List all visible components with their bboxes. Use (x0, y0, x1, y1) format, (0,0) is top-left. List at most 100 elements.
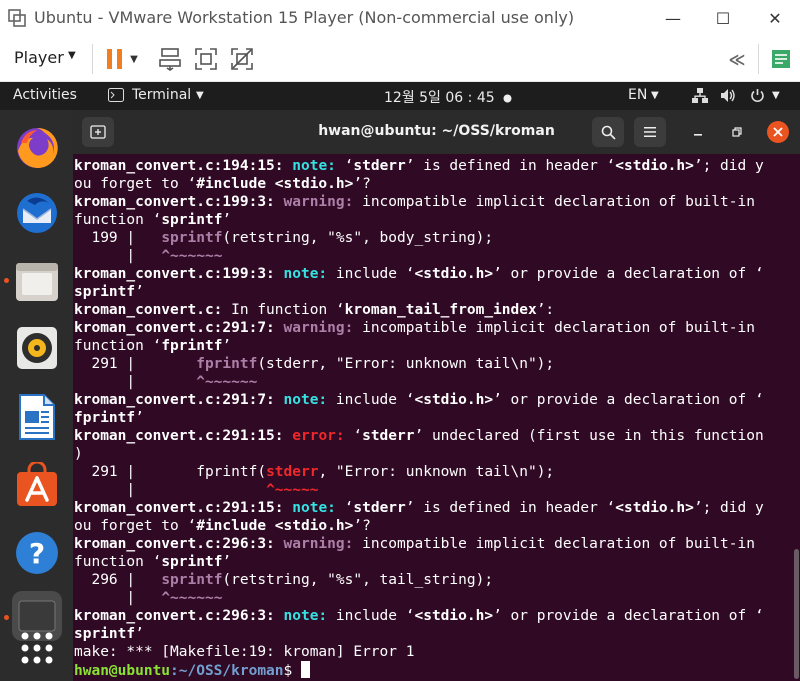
library-button[interactable] (766, 44, 796, 74)
terminal-text: include ‘ (335, 266, 415, 282)
terminal-text: include ‘ (335, 392, 415, 408)
dock-help[interactable]: ? (12, 528, 62, 578)
terminal-text: note: (292, 500, 345, 516)
volume-icon[interactable] (720, 88, 736, 107)
collapse-toolbar-button[interactable]: ≪ (722, 44, 752, 74)
rhythmbox-icon (17, 327, 57, 369)
show-applications-button[interactable] (12, 623, 62, 673)
app-menu-caret-icon[interactable]: ▼ (196, 90, 204, 101)
toolbar-divider (92, 44, 93, 74)
terminal-lines: kroman_convert.c:194:15: note: ‘stderr’ … (74, 157, 764, 679)
vmware-toolbar: Player ▼ ▼ ≪ (0, 36, 800, 82)
terminal-text: kroman_convert.c:296:3: (74, 536, 284, 552)
prompt-symbol: $ (283, 663, 301, 679)
terminal-text: ) (74, 446, 83, 462)
terminal-text: ’ undeclared (first use in this function (414, 428, 764, 444)
terminal-text: ’ (135, 410, 144, 426)
terminal-text: incompatible implicit declaration of bui… (362, 194, 755, 210)
terminal-headerbar: hwan@ubuntu: ~/OSS/kroman (73, 110, 800, 154)
terminal-close-button[interactable] (767, 121, 789, 143)
terminal-line: sprintf’ (74, 625, 764, 643)
dock-thunderbird[interactable] (12, 188, 62, 238)
maximize-icon: ☐ (715, 8, 731, 28)
minimize-icon: — (665, 8, 681, 28)
terminal-scrollbar[interactable] (794, 549, 799, 679)
dock-rhythmbox[interactable] (12, 323, 62, 373)
terminal-line: kroman_convert.c:291:15: error: ‘stderr’… (74, 427, 764, 445)
language-caret-icon[interactable]: ▼ (651, 90, 659, 101)
terminal-line: 291 | fprintf(stderr, "Error: unknown ta… (74, 355, 764, 373)
send-ctrl-alt-del-button[interactable] (155, 44, 185, 74)
terminal-text: ’ or provide a declaration of ‘ (493, 266, 764, 282)
terminal-line: ou forget to ‘#include <stdio.h>’? (74, 175, 764, 193)
terminal-text: #include <stdio.h> (196, 176, 354, 192)
running-indicator (4, 615, 9, 620)
terminal-text: warning: (283, 194, 363, 210)
minimize-button[interactable]: — (648, 0, 698, 36)
terminal-text: kroman_tail_from_index (344, 302, 537, 318)
terminal-line: | ^~~~~~ (74, 481, 764, 499)
network-devices-icon (159, 48, 181, 71)
terminal-line: ) (74, 445, 764, 463)
terminal-line: 296 | sprintf(retstring, "%s", tail_stri… (74, 571, 764, 589)
terminal-output[interactable]: kroman_convert.c:194:15: note: ‘stderr’ … (73, 154, 800, 681)
terminal-line: | ^~~~~~~ (74, 373, 764, 391)
terminal-maximize-button[interactable] (727, 122, 747, 142)
terminal-text: ^~~~~~~ (161, 248, 223, 264)
terminal-text: function ‘ (74, 554, 162, 570)
dock-firefox[interactable] (12, 122, 62, 172)
terminal-menu-button[interactable] (634, 117, 666, 147)
terminal-text: ’ is defined in header ‘ (405, 158, 616, 174)
terminal-line: 291 | fprintf(stderr, "Error: unknown ta… (74, 463, 764, 481)
close-icon: ✕ (768, 8, 782, 28)
terminal-prompt[interactable]: hwan@ubuntu:~/OSS/kroman$ (74, 661, 764, 679)
dock-files[interactable] (12, 256, 62, 306)
player-menu[interactable]: Player (14, 48, 64, 67)
terminal-minimize-button[interactable] (688, 122, 708, 142)
terminal-text: kroman_convert.c:194:15: (74, 158, 293, 174)
unity-mode-button[interactable] (227, 44, 257, 74)
language-indicator[interactable]: EN (628, 87, 647, 103)
ubuntu-dock: ? (0, 110, 73, 681)
terminal-text: kroman_convert.c:199:3: (74, 266, 284, 282)
dock-libreoffice-writer[interactable] (12, 392, 62, 442)
close-window-button[interactable]: ✕ (750, 0, 800, 36)
search-icon (601, 125, 616, 140)
network-icon[interactable] (692, 88, 708, 107)
terminal-text: ’ or provide a declaration of ‘ (493, 608, 764, 624)
terminal-line: function ‘sprintf’ (74, 553, 764, 571)
app-menu[interactable]: Terminal (132, 87, 191, 103)
app-grid-icon (21, 632, 53, 664)
terminal-text: (stderr, "Error: unknown tail\n"); (257, 356, 555, 372)
terminal-text: <stdio.h> (414, 608, 494, 624)
terminal-line: kroman_convert.c:291:15: note: ‘stderr’ … (74, 499, 764, 517)
vmware-title-bar: Ubuntu - VMware Workstation 15 Player (N… (0, 0, 800, 36)
activities-button[interactable]: Activities (13, 87, 77, 103)
terminal-text: kroman_convert.c:291:15: (74, 428, 293, 444)
dock-ubuntu-software[interactable] (12, 460, 62, 510)
maximize-button[interactable]: ☐ (698, 0, 748, 36)
system-menu-caret-icon[interactable]: ▼ (772, 90, 780, 101)
power-icon[interactable] (750, 88, 765, 107)
terminal-text: ’; did y (693, 158, 764, 174)
player-menu-caret-icon[interactable]: ▼ (68, 50, 76, 61)
terminal-line: kroman_convert.c:296:3: note: include ‘<… (74, 607, 764, 625)
fullscreen-icon (195, 48, 217, 70)
terminal-text: note: (292, 158, 345, 174)
terminal-search-button[interactable] (592, 117, 624, 147)
terminal-text: <stdio.h> (414, 392, 494, 408)
terminal-text: kroman_convert.c:291:7: (74, 320, 284, 336)
full-screen-button[interactable] (191, 44, 221, 74)
terminal-line: sprintf’ (74, 283, 764, 301)
terminal-text: fprintf (74, 410, 136, 426)
terminal-text: (retstring, "%s", body_string); (222, 230, 494, 246)
terminal-text: sprintf (161, 212, 223, 228)
terminal-line: kroman_convert.c: In function ‘kroman_ta… (74, 301, 764, 319)
pause-dropdown[interactable]: ▼ (126, 44, 142, 74)
terminal-line: function ‘fprintf’ (74, 337, 764, 355)
restore-icon (732, 127, 742, 137)
terminal-line: | ^~~~~~~ (74, 589, 764, 607)
terminal-text: 291 | fprintf( (74, 464, 267, 480)
terminal-line: ou forget to ‘#include <stdio.h>’? (74, 517, 764, 535)
clock[interactable]: 12월 5일 06 : 45 (384, 87, 495, 107)
